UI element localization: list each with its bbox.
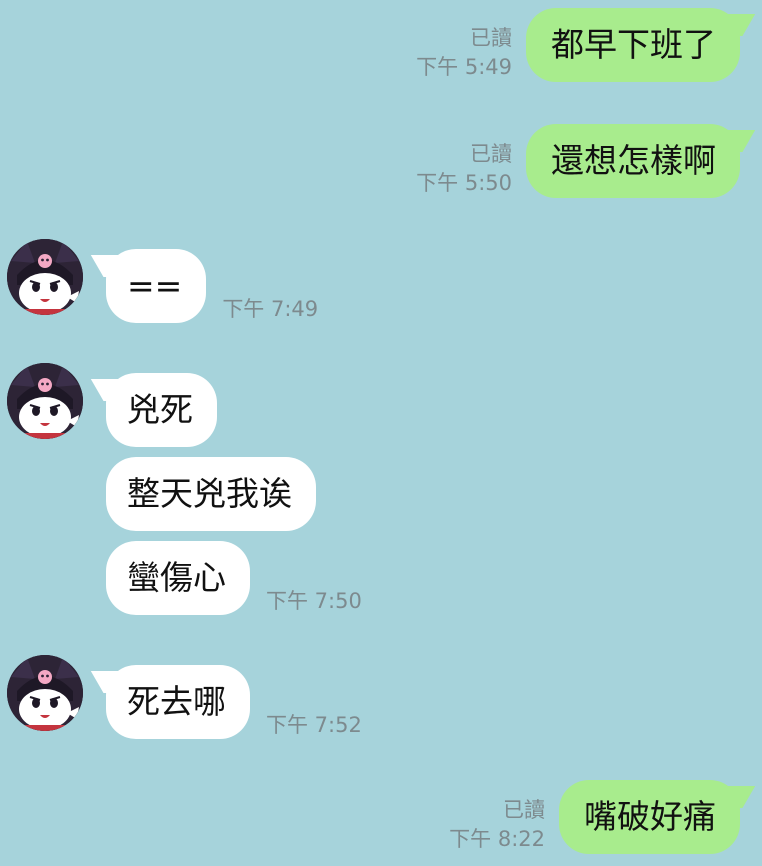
kuromi-avatar-icon bbox=[7, 363, 83, 439]
message-time: 下午 7:49 bbox=[222, 297, 319, 321]
message-time: 下午 5:49 bbox=[416, 55, 512, 79]
message-text: 蠻傷心 bbox=[127, 558, 226, 597]
contact-avatar[interactable] bbox=[7, 239, 83, 315]
message-text: 還想怎樣啊 bbox=[551, 141, 716, 180]
received-message-bubble[interactable]: == bbox=[106, 249, 207, 323]
received-message-bubble[interactable]: 兇死 bbox=[106, 373, 217, 447]
read-receipt: 已讀 bbox=[470, 26, 512, 50]
message-time: 下午 7:52 bbox=[266, 713, 362, 737]
bubble-tail bbox=[90, 255, 120, 277]
message-text: 整天兇我诶 bbox=[127, 474, 292, 513]
read-receipt: 已讀 bbox=[470, 142, 512, 166]
chat-area: 已讀 下午 5:49 都早下班了 已讀 下午 5:50 還想怎樣啊 == 下午 … bbox=[0, 0, 762, 866]
sent-message-bubble[interactable]: 嘴破好痛 bbox=[559, 780, 740, 854]
bubble-tail bbox=[726, 786, 756, 808]
message-text: == bbox=[127, 266, 183, 305]
received-message-row: 蠻傷心 下午 7:50 bbox=[106, 541, 362, 615]
message-time: 下午 7:50 bbox=[266, 589, 362, 613]
message-time: 下午 8:22 bbox=[449, 827, 545, 851]
bubble-tail bbox=[90, 671, 120, 693]
sent-message-row: 已讀 下午 8:22 嘴破好痛 bbox=[449, 780, 740, 854]
received-message-bubble[interactable]: 蠻傷心 bbox=[106, 541, 250, 615]
contact-avatar[interactable] bbox=[7, 655, 83, 731]
received-message-row: 死去哪 下午 7:52 bbox=[106, 665, 362, 739]
message-meta: 已讀 下午 8:22 bbox=[449, 796, 545, 854]
message-text: 兇死 bbox=[127, 390, 193, 429]
bubble-tail bbox=[726, 130, 756, 152]
received-message-bubble[interactable]: 死去哪 bbox=[106, 665, 250, 739]
message-time: 下午 5:50 bbox=[416, 171, 512, 195]
kuromi-avatar-icon bbox=[7, 655, 83, 731]
sent-message-bubble[interactable]: 還想怎樣啊 bbox=[526, 124, 740, 198]
received-message-bubble[interactable]: 整天兇我诶 bbox=[106, 457, 316, 531]
message-meta: 已讀 下午 5:49 bbox=[416, 24, 512, 82]
received-message-row: 兇死 bbox=[106, 373, 217, 447]
message-text: 死去哪 bbox=[127, 682, 226, 721]
received-message-row: == 下午 7:49 bbox=[106, 249, 318, 323]
bubble-tail bbox=[90, 379, 120, 401]
sent-message-row: 已讀 下午 5:50 還想怎樣啊 bbox=[416, 124, 740, 198]
message-meta: 已讀 下午 5:50 bbox=[416, 140, 512, 198]
message-text: 嘴破好痛 bbox=[584, 797, 716, 836]
contact-avatar[interactable] bbox=[7, 363, 83, 439]
sent-message-bubble[interactable]: 都早下班了 bbox=[526, 8, 740, 82]
sent-message-row: 已讀 下午 5:49 都早下班了 bbox=[416, 8, 740, 82]
bubble-tail bbox=[726, 14, 756, 36]
message-text: 都早下班了 bbox=[551, 25, 716, 64]
read-receipt: 已讀 bbox=[503, 798, 545, 822]
kuromi-avatar-icon bbox=[7, 239, 83, 315]
received-message-row: 整天兇我诶 bbox=[106, 457, 316, 531]
